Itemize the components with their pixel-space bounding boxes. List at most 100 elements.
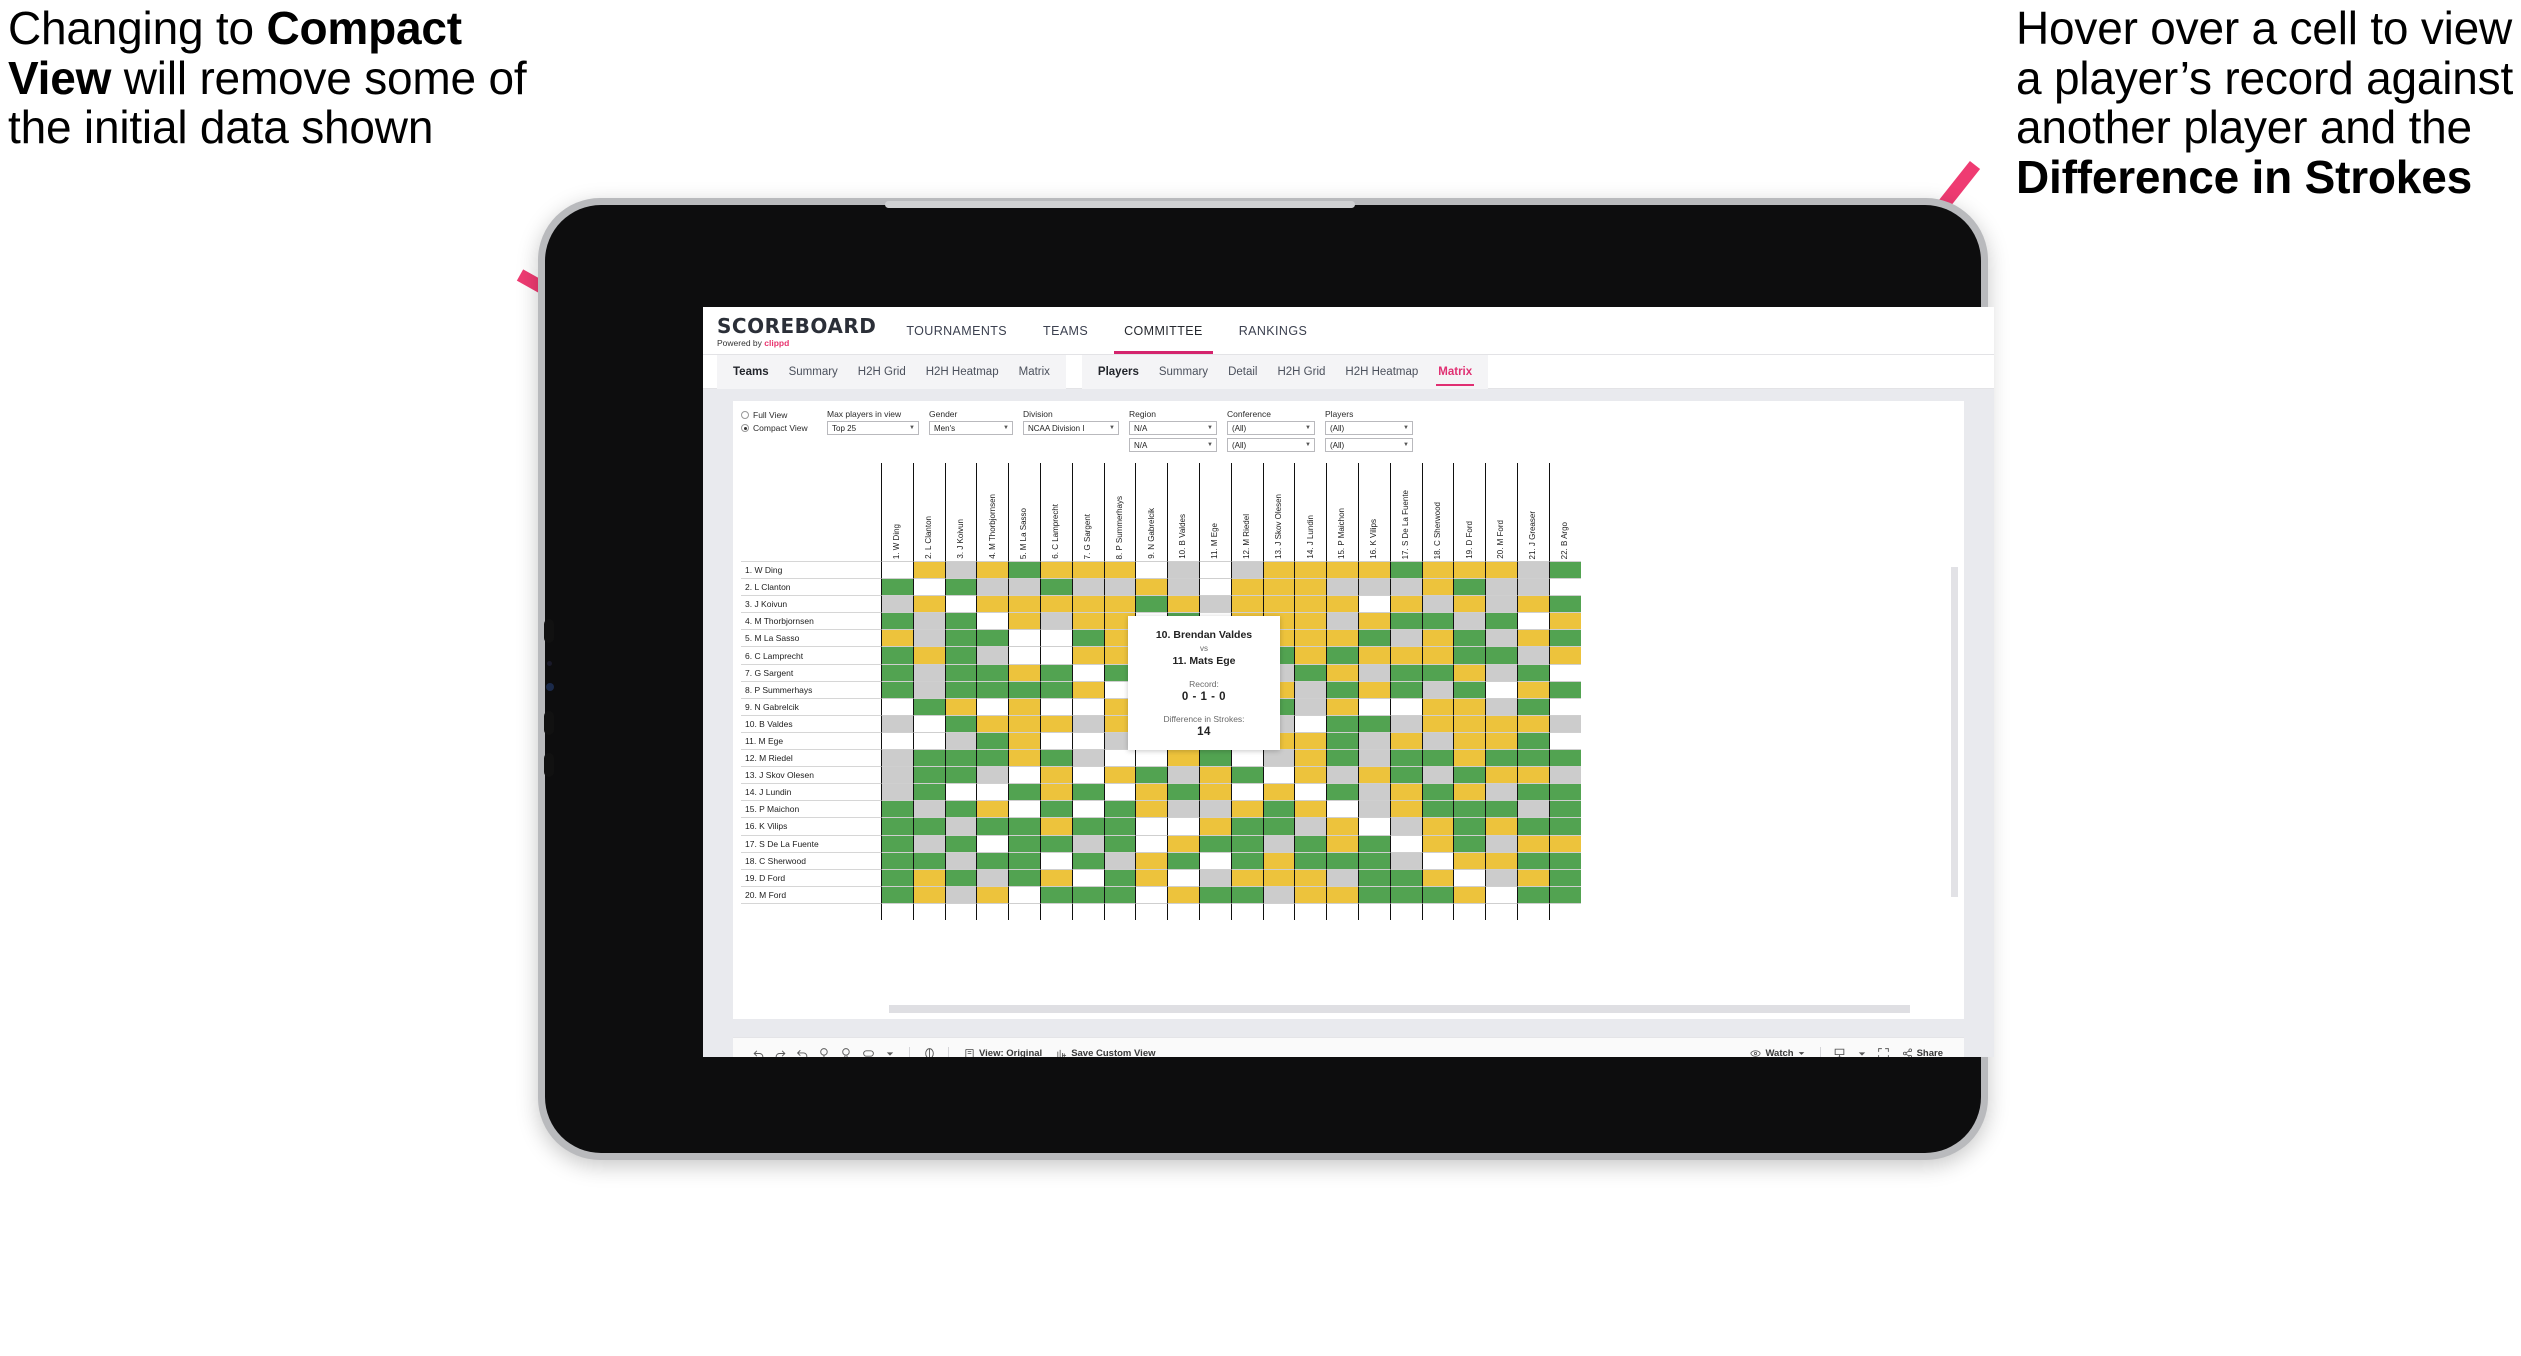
matrix-cell[interactable] [1039, 697, 1072, 715]
matrix-cell[interactable] [1421, 612, 1454, 630]
subnav-players-detail[interactable]: Detail [1218, 355, 1267, 389]
undo-icon[interactable] [747, 1043, 769, 1057]
matrix-heatmap[interactable]: 1. W Ding 2. L Clanton 3. J Koivun 4. M Tho… [741, 463, 1958, 1013]
matrix-cell[interactable] [1135, 800, 1168, 818]
matrix-cell[interactable] [1389, 834, 1422, 852]
matrix-cell[interactable] [1485, 766, 1517, 784]
matrix-cell[interactable] [1453, 595, 1486, 613]
matrix-cell[interactable] [1357, 885, 1390, 903]
matrix-cell[interactable] [1262, 885, 1295, 903]
matrix-cell[interactable] [1516, 612, 1549, 630]
matrix-cell[interactable] [1548, 834, 1581, 852]
filter-gender-select[interactable]: Men's ▼ [929, 421, 1013, 435]
matrix-cell[interactable] [881, 697, 913, 715]
matrix-cell[interactable] [1294, 680, 1327, 698]
matrix-cell[interactable] [881, 851, 913, 869]
matrix-cell[interactable] [976, 868, 1009, 886]
matrix-cell[interactable] [1516, 783, 1549, 801]
matrix-cell[interactable] [1198, 578, 1231, 596]
matrix-cell[interactable] [1516, 885, 1549, 903]
matrix-cell[interactable] [912, 697, 945, 715]
matrix-cell[interactable] [1421, 868, 1454, 886]
revert-icon[interactable] [791, 1043, 813, 1057]
matrix-cell[interactable] [1326, 595, 1358, 613]
matrix-cell[interactable] [1294, 612, 1327, 630]
matrix-cell[interactable] [976, 561, 1009, 579]
matrix-cell[interactable] [1071, 663, 1104, 681]
matrix-cell[interactable] [881, 714, 913, 732]
tablet-button-volume-down[interactable] [544, 753, 554, 777]
matrix-cell[interactable] [1071, 766, 1104, 784]
matrix-cell[interactable] [1294, 885, 1327, 903]
matrix-cell[interactable] [1389, 663, 1422, 681]
matrix-cell[interactable] [1357, 612, 1390, 630]
matrix-cell[interactable] [1071, 749, 1104, 767]
matrix-cell[interactable] [1357, 868, 1390, 886]
matrix-cell[interactable] [1548, 868, 1581, 886]
matrix-cell[interactable] [1230, 749, 1263, 767]
matrix-cell[interactable] [1516, 714, 1549, 732]
matrix-cell[interactable] [944, 885, 977, 903]
matrix-cell[interactable] [1167, 766, 1199, 784]
matrix-cell[interactable] [1326, 612, 1358, 630]
matrix-cell[interactable] [912, 868, 945, 886]
matrix-cell[interactable] [1071, 885, 1104, 903]
matrix-cell[interactable] [944, 646, 977, 664]
matrix-cell[interactable] [1516, 817, 1549, 835]
matrix-cell[interactable] [881, 578, 913, 596]
matrix-cell[interactable] [1516, 629, 1549, 647]
matrix-cell[interactable] [1135, 578, 1168, 596]
matrix-cell[interactable] [1039, 851, 1072, 869]
matrix-cell[interactable] [1326, 783, 1358, 801]
radio-full-view[interactable]: Full View [741, 410, 817, 420]
matrix-cell[interactable] [1421, 697, 1454, 715]
nav-rankings[interactable]: RANKINGS [1221, 307, 1326, 354]
matrix-cell[interactable] [1262, 800, 1295, 818]
matrix-cell[interactable] [1453, 731, 1486, 750]
matrix-cell[interactable] [1326, 561, 1358, 579]
matrix-cell[interactable] [944, 749, 977, 767]
matrix-cell[interactable] [1548, 766, 1581, 784]
matrix-cell[interactable] [1167, 578, 1199, 596]
matrix-cell[interactable] [1294, 851, 1327, 869]
matrix-cell[interactable] [1548, 817, 1581, 835]
matrix-cell[interactable] [1421, 766, 1454, 784]
matrix-cell[interactable] [1421, 629, 1454, 647]
matrix-cell[interactable] [1039, 885, 1072, 903]
matrix-cell[interactable] [1548, 663, 1581, 681]
matrix-cell[interactable] [1485, 629, 1517, 647]
matrix-cell[interactable] [1389, 817, 1422, 835]
matrix-cell[interactable] [1326, 851, 1358, 869]
tablet-button-power[interactable] [544, 619, 554, 643]
watch-button[interactable]: Watch [1743, 1048, 1811, 1057]
matrix-cell[interactable] [1198, 834, 1231, 852]
tablet-button-volume-up[interactable] [544, 711, 554, 735]
matrix-cell[interactable] [1230, 885, 1263, 903]
matrix-cell[interactable] [1421, 885, 1454, 903]
matrix-cell[interactable] [944, 697, 977, 715]
matrix-cell[interactable] [1389, 646, 1422, 664]
matrix-cell[interactable] [881, 885, 913, 903]
matrix-cell[interactable] [1008, 817, 1040, 835]
matrix-cell[interactable] [1357, 714, 1390, 732]
matrix-cell[interactable] [944, 680, 977, 698]
matrix-cell[interactable] [1548, 629, 1581, 647]
matrix-cell[interactable] [1485, 663, 1517, 681]
subnav-teams-summary[interactable]: Summary [779, 355, 848, 389]
matrix-cell[interactable] [1071, 800, 1104, 818]
matrix-cell[interactable] [1230, 817, 1263, 835]
matrix-cell[interactable] [912, 817, 945, 835]
matrix-cell[interactable] [1167, 749, 1199, 767]
matrix-cell[interactable] [1453, 714, 1486, 732]
matrix-cell[interactable] [1357, 800, 1390, 818]
matrix-cell[interactable] [1516, 749, 1549, 767]
matrix-cell[interactable] [1294, 731, 1327, 750]
matrix-cell[interactable] [881, 561, 913, 579]
matrix-cell[interactable] [1262, 783, 1295, 801]
matrix-cell[interactable] [1453, 885, 1486, 903]
matrix-cell[interactable] [1516, 868, 1549, 886]
matrix-cell[interactable] [1039, 714, 1072, 732]
matrix-cell[interactable] [1230, 766, 1263, 784]
matrix-cell[interactable] [1516, 851, 1549, 869]
matrix-cell[interactable] [1485, 595, 1517, 613]
